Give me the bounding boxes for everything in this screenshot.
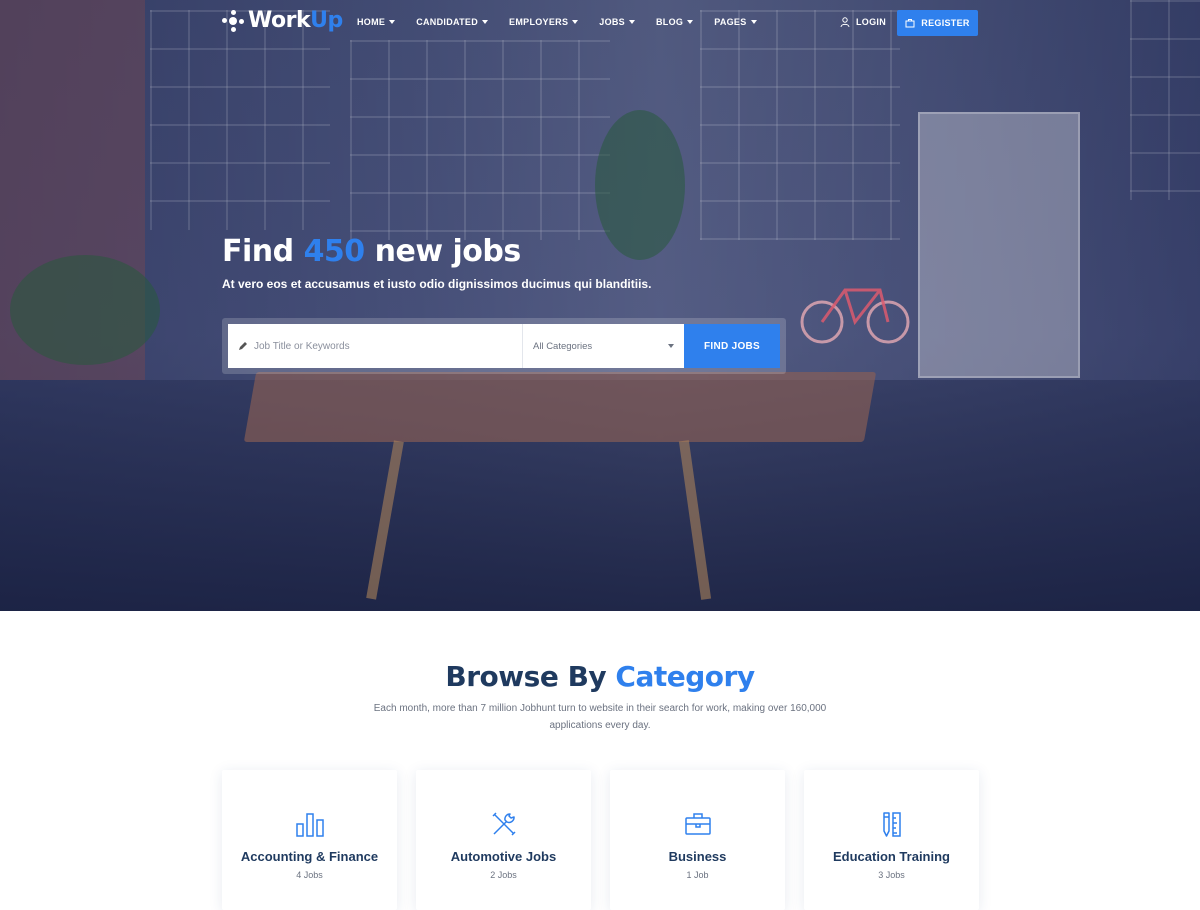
briefcase-icon [905, 19, 915, 28]
category-select-value: All Categories [533, 340, 593, 352]
chevron-down-icon [750, 20, 757, 24]
menu-item-home[interactable]: HOME [357, 17, 396, 27]
tools-icon [491, 812, 516, 836]
category-name: Automotive Jobs [450, 849, 557, 864]
find-jobs-button[interactable]: FIND JOBS [684, 324, 780, 368]
menu-item-jobs[interactable]: JOBS [599, 17, 635, 27]
menu-item-blog[interactable]: BLOG [656, 17, 694, 27]
category-name: Education Training [832, 849, 950, 864]
brand-logo[interactable]: WorkUp [222, 8, 343, 33]
category-name: Business [668, 849, 727, 864]
pencil-icon [239, 342, 247, 350]
category-cards: Accounting & Finance 4 Jobs Automotive J… [222, 770, 979, 910]
menu-item-pages[interactable]: PAGES [714, 17, 757, 27]
category-name: Accounting & Finance [240, 849, 379, 864]
logo-icon [222, 9, 244, 32]
job-search-bar: All Categories FIND JOBS [222, 318, 786, 374]
brand-name: WorkUp [248, 8, 343, 33]
chevron-down-icon [389, 20, 396, 24]
login-link[interactable]: LOGIN [840, 17, 886, 27]
top-navbar: WorkUp HOME CANDIDATED EMPLOYERS JOBS BL… [0, 0, 1200, 46]
hero-table [243, 372, 877, 442]
category-count: 4 Jobs [296, 870, 323, 880]
section-description: Each month, more than 7 million Jobhunt … [373, 703, 827, 731]
register-button[interactable]: REGISTER [897, 10, 978, 36]
keyword-field[interactable] [228, 324, 522, 368]
chevron-down-icon [687, 20, 694, 24]
main-menu: HOME CANDIDATED EMPLOYERS JOBS BLOG PAGE… [357, 17, 778, 27]
category-count: 3 Jobs [878, 870, 905, 880]
keyword-input[interactable] [254, 340, 504, 352]
user-icon [840, 17, 850, 27]
hero-background [0, 0, 1200, 611]
category-count: 1 Job [686, 870, 709, 880]
hero-plant [595, 110, 685, 260]
category-card-accounting[interactable]: Accounting & Finance 4 Jobs [222, 770, 397, 910]
bar-chart-icon [295, 813, 324, 837]
chevron-down-icon [668, 344, 674, 348]
menu-item-candidated[interactable]: CANDIDATED [416, 17, 489, 27]
hero-window [350, 40, 610, 240]
category-card-education[interactable]: Education Training 3 Jobs [804, 770, 979, 910]
category-card-business[interactable]: Business 1 Job [610, 770, 785, 910]
chevron-down-icon [628, 20, 635, 24]
category-card-automotive[interactable]: Automotive Jobs 2 Jobs [416, 770, 591, 910]
chevron-down-icon [572, 20, 579, 24]
chevron-down-icon [482, 20, 489, 24]
section-title: Browse By Category [445, 660, 755, 693]
hero-bicycle [800, 288, 910, 344]
hero-cabinet [918, 112, 1080, 378]
hero-subtitle: At vero eos et accusamus et iusto odio d… [222, 277, 652, 291]
category-count: 2 Jobs [490, 870, 517, 880]
menu-item-employers[interactable]: EMPLOYERS [509, 17, 579, 27]
category-select[interactable]: All Categories [522, 324, 684, 368]
briefcase-icon [684, 813, 711, 835]
hero-title: Find 450 new jobs [222, 234, 521, 269]
pencil-ruler-icon [882, 812, 901, 837]
hero-plant [10, 255, 160, 365]
